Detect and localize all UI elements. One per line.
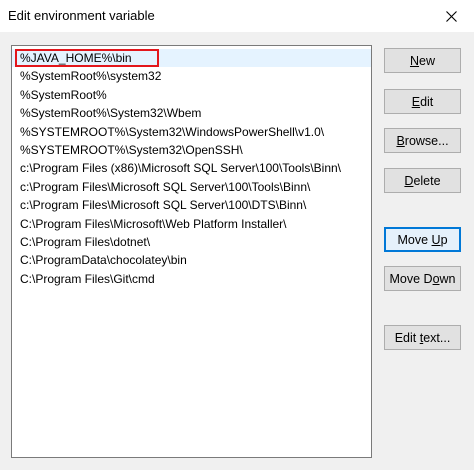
list-item[interactable]: C:\Program Files\dotnet\ (12, 233, 371, 251)
list-item[interactable]: %SYSTEMROOT%\System32\OpenSSH\ (12, 141, 371, 159)
path-list: %JAVA_HOME%\bin %SystemRoot%\system32 %Sys… (12, 46, 371, 288)
list-item[interactable]: C:\ProgramData\chocolatey\bin (12, 251, 371, 269)
path-listbox[interactable]: %JAVA_HOME%\bin %SystemRoot%\system32 %Sys… (11, 45, 372, 458)
title-bar: Edit environment variable (0, 0, 474, 32)
move-down-button-mnemonic: o (432, 271, 440, 286)
move-up-button-prefix: Move (397, 232, 432, 247)
list-item-selected[interactable]: %JAVA_HOME%\bin (12, 49, 371, 68)
edit-text-button-label: ext... (423, 330, 451, 345)
new-button-mnemonic: N (409, 53, 420, 68)
edit-text-button[interactable]: Edit t ext... (384, 325, 461, 350)
browse-button[interactable]: Browse... (384, 128, 461, 153)
list-item[interactable]: %SystemRoot% (12, 86, 371, 104)
window-title: Edit environment variable (8, 8, 155, 23)
browse-button-label: rowse... (404, 133, 449, 148)
browse-button-mnemonic: B (396, 133, 405, 148)
delete-button-mnemonic: D (404, 173, 414, 188)
close-button[interactable] (428, 0, 474, 32)
list-item[interactable]: C:\Program Files\Microsoft\Web Platform … (12, 215, 371, 233)
edit-button-label: dit (420, 94, 434, 109)
close-x-icon (445, 10, 457, 22)
list-item[interactable]: c:\Program Files\Microsoft SQL Server\10… (12, 178, 371, 196)
dialog-body: %JAVA_HOME%\bin %SystemRoot%\system32 %Sys… (0, 32, 474, 470)
edit-button[interactable]: Edit (384, 89, 461, 114)
move-down-button-prefix: Move D (389, 271, 433, 286)
move-down-button-label: wn (439, 271, 456, 286)
edit-text-button-prefix: Edit (394, 330, 420, 345)
move-up-button-mnemonic: U (431, 232, 441, 247)
move-up-button-label: p (440, 232, 448, 247)
list-item[interactable]: %SystemRoot%\System32\Wbem (12, 104, 371, 122)
new-button[interactable]: New (384, 48, 461, 73)
edit-button-mnemonic: E (411, 94, 421, 109)
list-item[interactable]: c:\Program Files (x86)\Microsoft SQL Ser… (12, 159, 371, 177)
list-item[interactable]: %SystemRoot%\system32 (12, 67, 371, 85)
list-item[interactable]: %SYSTEMROOT%\System32\WindowsPowerShell\… (12, 123, 371, 141)
delete-button[interactable]: Delete (384, 168, 461, 193)
move-down-button[interactable]: Move Do wn (384, 266, 461, 291)
delete-button-label: elete (413, 173, 441, 188)
new-button-label: ew (419, 53, 435, 68)
list-item[interactable]: c:\Program Files\Microsoft SQL Server\10… (12, 196, 371, 214)
move-up-button[interactable]: Move Up (384, 227, 461, 252)
list-item[interactable]: C:\Program Files\Git\cmd (12, 270, 371, 288)
